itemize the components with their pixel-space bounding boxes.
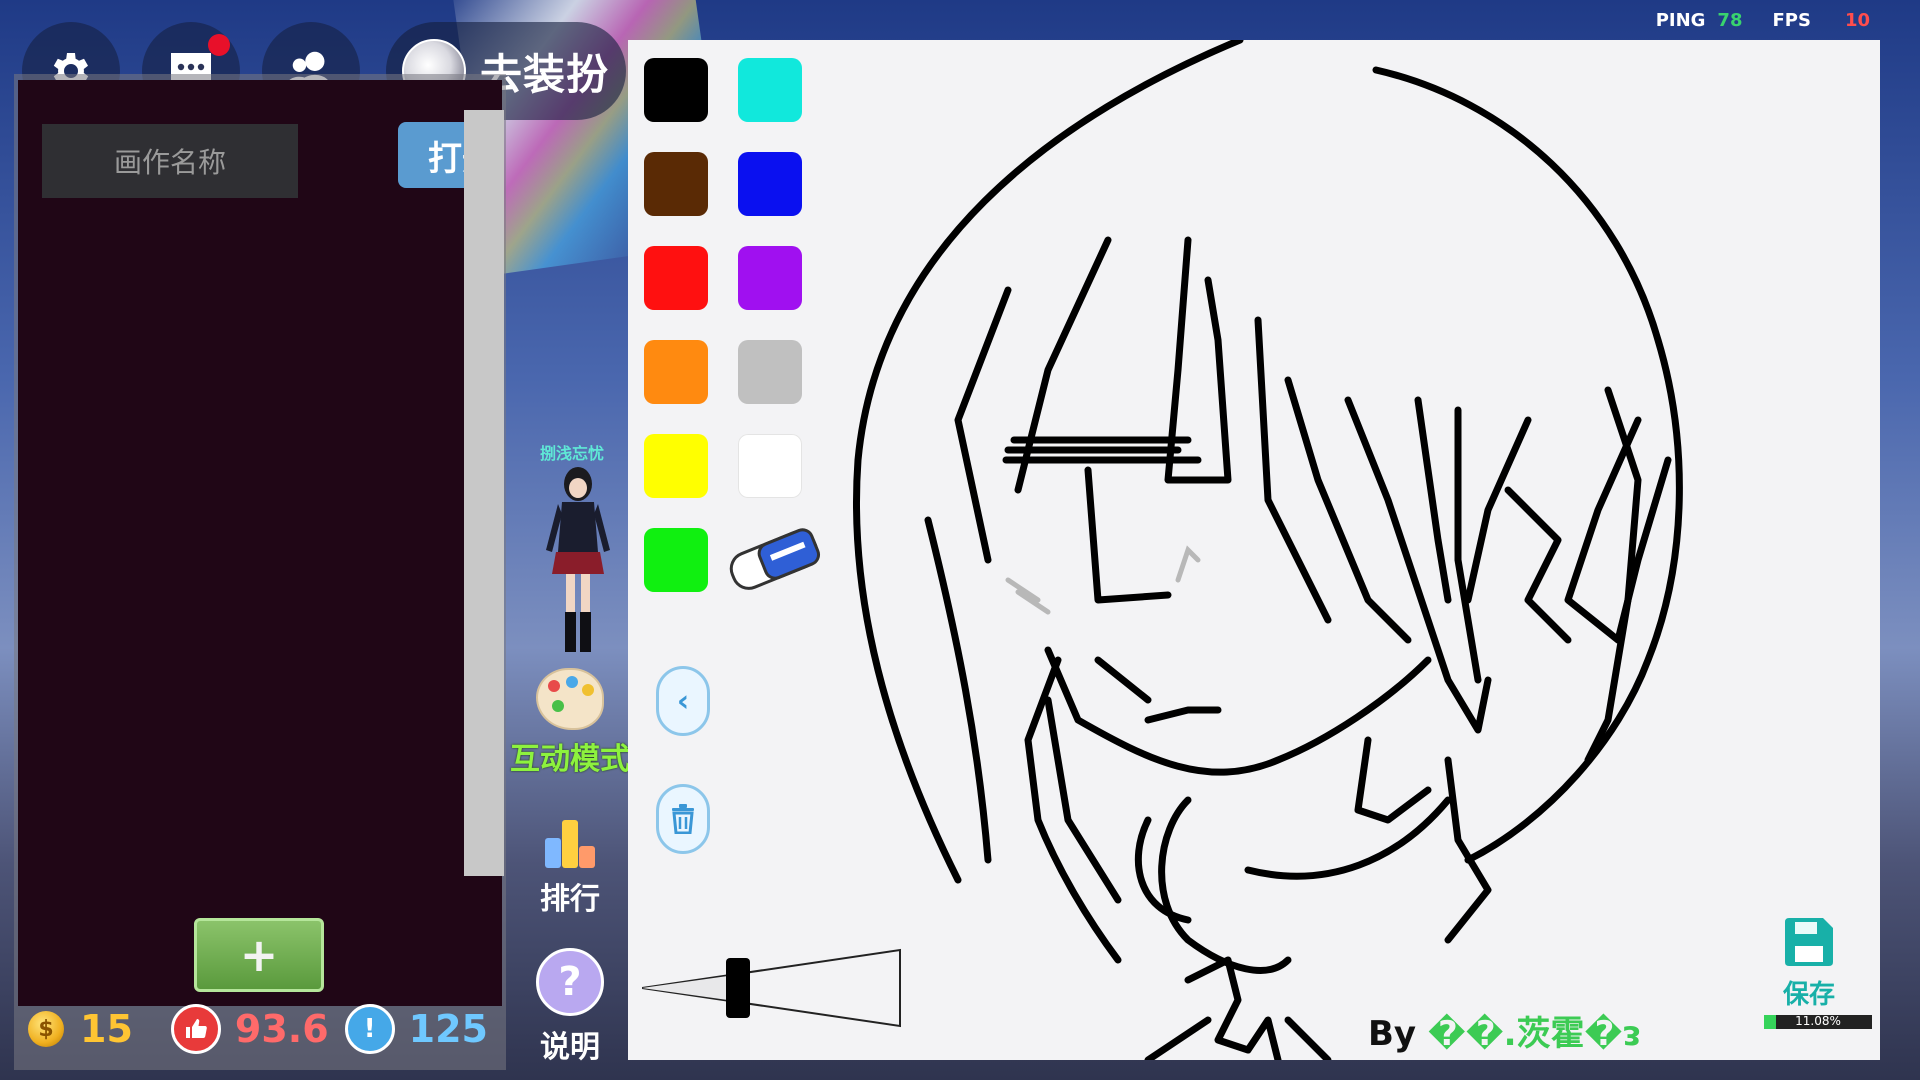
help-button[interactable]: ? 说明	[510, 948, 630, 1066]
scrollbar[interactable]	[464, 110, 504, 876]
brush-size-slider[interactable]	[642, 948, 902, 1028]
color-swatch-black[interactable]	[644, 58, 708, 122]
artwork-name-input[interactable]: 画作名称	[42, 124, 298, 198]
by-prefix: By	[1368, 1014, 1417, 1054]
ranking-label: 排行	[540, 882, 600, 917]
save-progress-bar: 11.08%	[1764, 1014, 1872, 1029]
like-count: 93.6	[234, 1007, 329, 1051]
undo-button[interactable]: ‹	[656, 666, 710, 736]
eraser-icon[interactable]	[722, 524, 826, 596]
color-swatch-cyan[interactable]	[738, 58, 802, 122]
alert-count: 125	[408, 1007, 488, 1051]
interactive-mode-label: 互动模式	[510, 742, 630, 777]
brush-size-handle[interactable]	[726, 958, 750, 1018]
color-swatch-orange[interactable]	[644, 340, 708, 404]
artwork-panel: 画作名称 打开 +	[14, 74, 506, 1070]
color-swatch-white[interactable]	[738, 434, 802, 498]
player-stats: $ 15 93.6 ! 125	[14, 998, 506, 1060]
color-swatch-red[interactable]	[644, 246, 708, 310]
palette-icon	[536, 668, 604, 730]
clear-button[interactable]	[656, 784, 710, 854]
color-swatch-yellow[interactable]	[644, 434, 708, 498]
trash-icon	[672, 804, 694, 834]
color-swatch-green[interactable]	[644, 528, 708, 592]
add-artwork-button[interactable]: +	[194, 918, 324, 992]
color-swatch-purple[interactable]	[738, 246, 802, 310]
coin-icon: $	[28, 1011, 64, 1047]
fps-label: FPS	[1772, 10, 1811, 31]
network-stats: PING 78 FPS 10	[1656, 10, 1870, 31]
color-swatch-brown[interactable]	[644, 152, 708, 216]
fps-value: 10	[1844, 10, 1870, 31]
save-progress-text: 11.08%	[1795, 1014, 1841, 1028]
author-credit: By ��.茨霍�ᴈ	[1368, 1006, 1641, 1055]
artwork-list: 画作名称 打开 +	[18, 80, 504, 1006]
rank-icon	[543, 816, 597, 868]
ping-label: PING	[1655, 10, 1706, 31]
notification-dot	[208, 34, 230, 56]
interactive-mode-button[interactable]: 互动模式	[510, 668, 630, 778]
back-icon: ‹	[676, 683, 690, 719]
color-swatch-gray[interactable]	[738, 340, 802, 404]
help-icon: ?	[536, 948, 604, 1016]
drawing-board[interactable]: ‹ 保存 11.08% By ��.茨霍�ᴈ	[628, 40, 1880, 1060]
ranking-button[interactable]: 排行	[510, 816, 630, 918]
alert-icon: !	[344, 1004, 395, 1054]
help-label: 说明	[540, 1030, 600, 1065]
save-button[interactable]: 保存 11.08%	[1764, 914, 1872, 1029]
save-label: 保存	[1782, 980, 1835, 1010]
color-swatch-blue[interactable]	[738, 152, 802, 216]
save-icon	[1785, 918, 1833, 966]
character-name: 捌浅忘忧	[540, 444, 605, 463]
author-name: ��.茨霍�ᴈ	[1427, 1014, 1642, 1054]
player-character[interactable]	[528, 462, 628, 662]
coin-count: 15	[80, 1007, 133, 1051]
ping-value: 78	[1717, 10, 1743, 31]
like-icon	[170, 1004, 221, 1054]
